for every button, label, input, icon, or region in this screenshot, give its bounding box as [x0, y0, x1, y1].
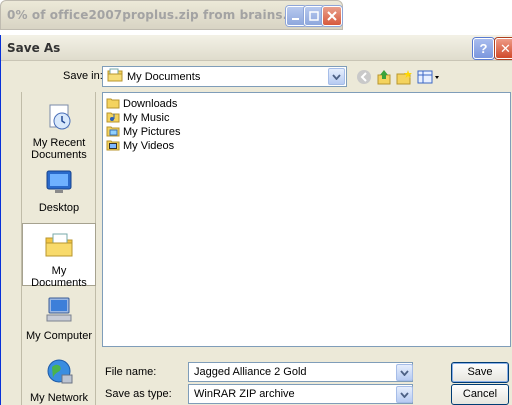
- recent-documents-icon: [22, 102, 96, 135]
- place-my-network[interactable]: My Network: [22, 357, 96, 404]
- list-item-label: My Music: [123, 112, 170, 124]
- list-item-label: My Pictures: [123, 126, 181, 138]
- place-label: Desktop: [38, 202, 80, 214]
- save-in-label: Save in:: [63, 70, 103, 82]
- my-documents-icon: [23, 230, 95, 263]
- videos-folder-icon: [106, 139, 120, 154]
- place-desktop[interactable]: Desktop: [22, 167, 96, 214]
- place-my-documents[interactable]: My Documents: [22, 223, 96, 289]
- close-icon[interactable]: [322, 6, 342, 26]
- dialog-titlebar[interactable]: Save As ? ✕: [1, 35, 512, 61]
- place-label: My Documents: [31, 265, 87, 289]
- file-name-dropdown[interactable]: [395, 364, 413, 382]
- file-list[interactable]: Downloads My Music My Pictures My Videos: [102, 92, 511, 347]
- list-item-downloads[interactable]: Downloads: [106, 97, 177, 111]
- save-as-type-select[interactable]: WinRAR ZIP archive: [188, 384, 413, 404]
- chevron-down-icon[interactable]: [396, 364, 413, 381]
- download-window-title: 0% of office2007proplus.zip from brains.…: [7, 8, 321, 22]
- save-as-dialog: Save As ? ✕ Save in: My Documents My Rec…: [0, 35, 512, 405]
- chevron-down-icon[interactable]: [328, 68, 345, 85]
- save-as-type-label: Save as type:: [105, 388, 172, 400]
- chevron-down-icon[interactable]: [396, 386, 413, 403]
- help-button[interactable]: ?: [473, 38, 494, 59]
- folder-icon: [106, 97, 120, 112]
- file-name-value: Jagged Alliance 2 Gold: [194, 366, 307, 378]
- cancel-button[interactable]: Cancel: [451, 384, 509, 405]
- maximize-icon[interactable]: [304, 6, 324, 26]
- file-name-label: File name:: [105, 366, 157, 378]
- place-my-computer[interactable]: My Computer: [22, 295, 96, 342]
- back-icon[interactable]: [355, 68, 373, 86]
- music-folder-icon: [106, 111, 120, 126]
- new-folder-icon[interactable]: [395, 68, 413, 86]
- place-my-recent-documents[interactable]: My Recent Documents: [22, 102, 96, 161]
- list-item-label: My Videos: [123, 140, 175, 152]
- my-computer-icon: [22, 295, 96, 328]
- place-label: My Network: [29, 392, 89, 404]
- minimize-icon[interactable]: [286, 6, 306, 26]
- download-window-titlebar[interactable]: 0% of office2007proplus.zip from brains.…: [0, 0, 343, 30]
- my-documents-small-icon: [107, 68, 123, 85]
- place-label: My Computer: [25, 330, 93, 342]
- desktop-icon: [22, 167, 96, 200]
- view-menu-icon[interactable]: [417, 68, 441, 86]
- list-item-my-music[interactable]: My Music: [106, 111, 169, 125]
- save-button[interactable]: Save: [451, 362, 509, 383]
- places-bar: My Recent Documents Desktop My Documents…: [21, 92, 96, 405]
- my-network-icon: [22, 357, 96, 390]
- save-as-type-dropdown[interactable]: [395, 386, 413, 404]
- save-as-type-value: WinRAR ZIP archive: [194, 388, 295, 400]
- list-item-my-videos[interactable]: My Videos: [106, 139, 174, 153]
- list-item-my-pictures[interactable]: My Pictures: [106, 125, 180, 139]
- file-name-input[interactable]: Jagged Alliance 2 Gold: [188, 362, 413, 382]
- dialog-close-button[interactable]: ✕: [495, 38, 512, 59]
- dialog-title: Save As: [7, 41, 61, 55]
- save-in-value: My Documents: [127, 70, 201, 83]
- list-item-label: Downloads: [123, 98, 178, 110]
- save-in-dropdown[interactable]: My Documents: [102, 66, 347, 87]
- pictures-folder-icon: [106, 125, 120, 140]
- up-folder-icon[interactable]: [375, 68, 393, 86]
- place-label: My Recent Documents: [31, 137, 87, 161]
